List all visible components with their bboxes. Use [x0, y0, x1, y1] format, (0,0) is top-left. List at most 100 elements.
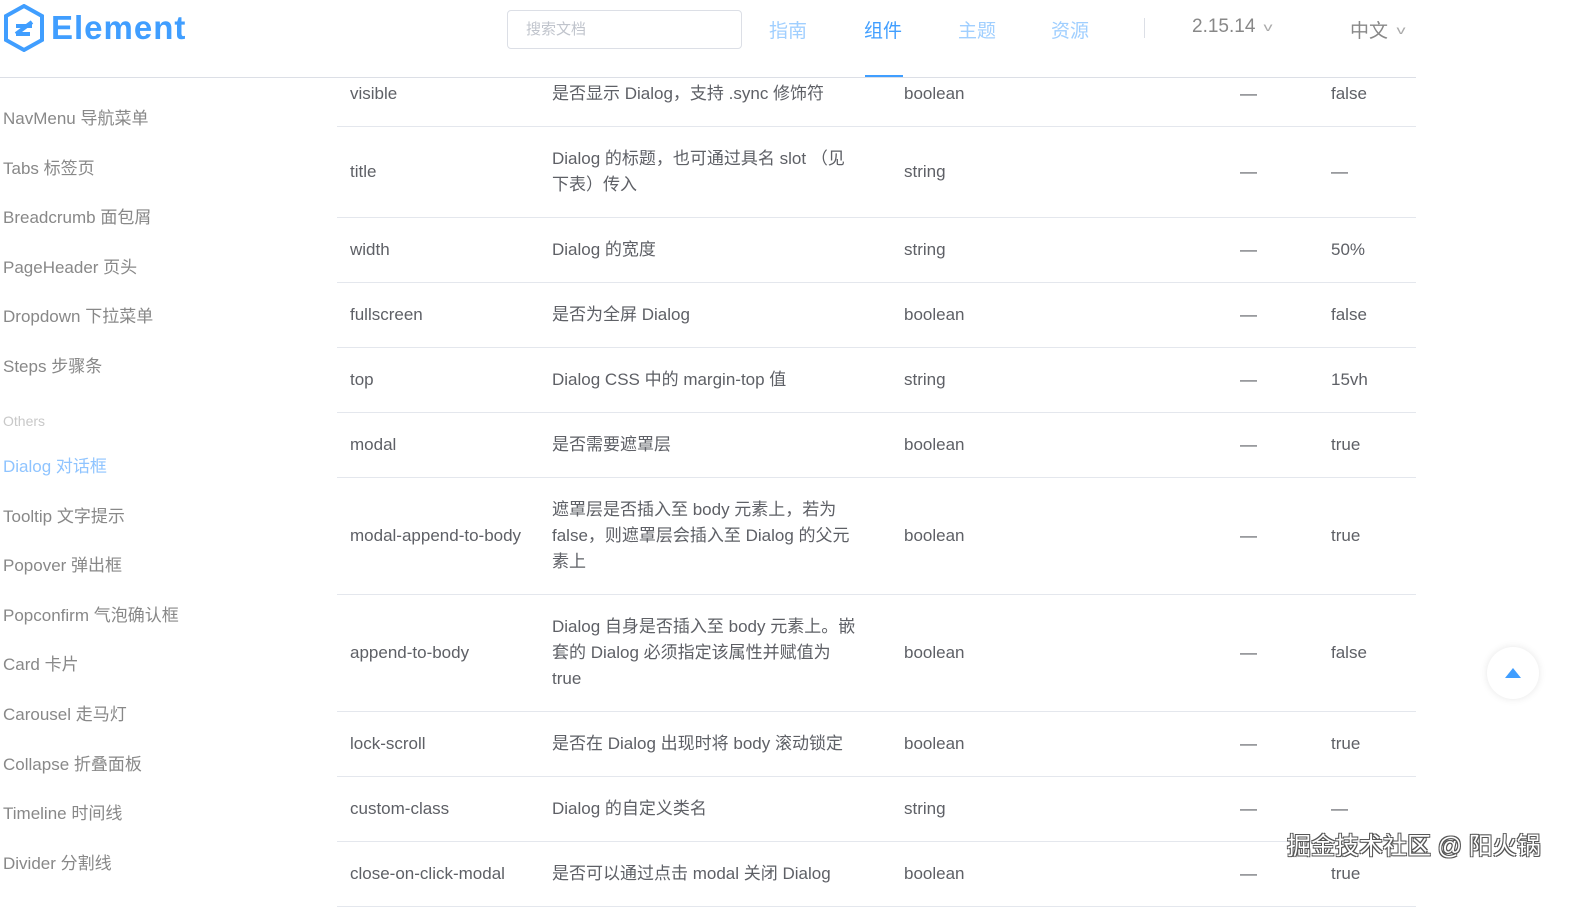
default-value-cell: false: [1331, 643, 1367, 662]
options-cell: —: [1240, 864, 1257, 883]
language-dropdown[interactable]: 中文 v: [1350, 16, 1406, 43]
options-cell: —: [1240, 643, 1257, 662]
param-name-cell: modal-append-to-body: [350, 526, 522, 545]
sidebar-item[interactable]: Collapse 折叠面板: [3, 750, 142, 775]
options-cell: —: [1240, 526, 1257, 545]
chevron-down-icon: v: [1263, 20, 1273, 34]
sidebar-item[interactable]: Popover 弹出框: [3, 551, 122, 576]
default-value-cell: true: [1331, 864, 1361, 883]
type-cell: string: [904, 162, 946, 181]
sidebar-item[interactable]: Dropdown 下拉菜单: [3, 302, 153, 327]
sidebar-item[interactable]: Dialog 对话框: [3, 452, 107, 477]
sidebar-item[interactable]: Tooltip 文字提示: [3, 502, 125, 527]
description-cell: Dialog 自身是否插入至 body 元素上。嵌 套的 Dialog 必须指定…: [552, 617, 856, 688]
type-cell: string: [904, 799, 946, 818]
nav-guide[interactable]: 指南: [769, 16, 807, 43]
type-cell: boolean: [904, 84, 965, 103]
type-cell: boolean: [904, 643, 965, 662]
param-name-cell: lock-scroll: [350, 734, 426, 753]
param-name-cell: fullscreen: [350, 305, 423, 324]
table-row: fullscreen 是否为全屏 Dialog boolean — false: [337, 283, 1416, 348]
param-name-cell: modal: [350, 435, 397, 454]
sidebar-item[interactable]: Tabs 标签页: [3, 154, 95, 179]
table-row: width Dialog 的宽度 string — 50%: [337, 218, 1416, 283]
default-value-cell: true: [1331, 734, 1361, 753]
default-value-cell: false: [1331, 305, 1367, 324]
table-row: lock-scroll 是否在 Dialog 出现时将 body 滚动锁定 bool…: [337, 712, 1416, 777]
param-name-cell: top: [350, 370, 374, 389]
type-cell: boolean: [904, 305, 965, 324]
type-cell: boolean: [904, 864, 965, 883]
logo-text: Element: [51, 9, 187, 46]
type-cell: boolean: [904, 435, 965, 454]
description-cell: 是否需要遮罩层: [552, 435, 671, 454]
table-row: custom-class Dialog 的自定义类名 string — —: [337, 777, 1416, 842]
attributes-table: visible 是否显示 Dialog，支持 .sync 修饰符 boolean — f…: [337, 62, 1416, 907]
watermark: 掘金技术社区 @ 阳火锅: [1287, 833, 1541, 860]
sidebar-item[interactable]: NavMenu 导航菜单: [3, 104, 148, 129]
sidebar-item[interactable]: Steps 步骤条: [3, 352, 102, 377]
table-row: modal-append-to-body 遮罩层是否插入至 body 元素上，若为…: [337, 478, 1416, 595]
type-cell: boolean: [904, 526, 965, 545]
caret-up-icon: [1505, 668, 1521, 678]
default-value-cell: true: [1331, 526, 1361, 545]
back-to-top-button[interactable]: [1487, 647, 1539, 699]
default-value-cell: —: [1331, 799, 1348, 818]
type-cell: boolean: [904, 734, 965, 753]
version-label: 2.15.14: [1192, 16, 1256, 37]
type-cell: string: [904, 370, 946, 389]
table-row: close-on-click-modal 是否可以通过点击 modal 关闭 Di…: [337, 842, 1416, 907]
options-cell: —: [1240, 370, 1257, 389]
element-logo-icon: [4, 4, 44, 52]
param-name-cell: visible: [350, 84, 398, 103]
nav-resources[interactable]: 资源: [1051, 16, 1089, 43]
param-name-cell: close-on-click-modal: [350, 864, 505, 883]
table-row: modal 是否需要遮罩层 boolean — true: [337, 413, 1416, 478]
nav-theme[interactable]: 主题: [958, 16, 996, 43]
sidebar-item[interactable]: PageHeader 页头: [3, 253, 137, 278]
default-value-cell: —: [1331, 162, 1348, 181]
options-cell: —: [1240, 734, 1257, 753]
description-cell: Dialog 的宽度: [552, 240, 656, 259]
options-cell: —: [1240, 84, 1257, 103]
sidebar-item[interactable]: Breadcrumb 面包屑: [3, 203, 151, 228]
search-input[interactable]: [507, 10, 742, 49]
options-cell: —: [1240, 240, 1257, 259]
divider: [1144, 18, 1145, 38]
description-cell: Dialog 的自定义类名: [552, 799, 707, 818]
sidebar-item[interactable]: Popconfirm 气泡确认框: [3, 601, 179, 626]
top-header: Element 指南 组件 主题 资源 2.15.14 v 中文 v: [0, 0, 1581, 78]
default-value-cell: 50%: [1331, 240, 1366, 259]
sidebar-item[interactable]: Carousel 走马灯: [3, 700, 127, 725]
description-cell: 是否可以通过点击 modal 关闭 Dialog: [552, 864, 831, 883]
description-cell: 是否显示 Dialog，支持 .sync 修饰符: [552, 84, 825, 103]
sidebar-group-label: Others: [3, 413, 46, 429]
sidebar-item[interactable]: Divider 分割线: [3, 849, 112, 874]
description-cell: 是否在 Dialog 出现时将 body 滚动锁定: [552, 734, 843, 753]
param-name-cell: custom-class: [350, 799, 450, 818]
table-row: title Dialog 的标题，也可通过具名 slot （见 下表）传入 stri…: [337, 127, 1416, 218]
options-cell: —: [1240, 799, 1257, 818]
param-name-cell: width: [350, 240, 390, 259]
header-divider: [0, 77, 1416, 78]
type-cell: string: [904, 240, 946, 259]
description-cell: Dialog CSS 中的 margin-top 值: [552, 370, 787, 389]
sidebar-item[interactable]: Card 卡片: [3, 650, 79, 675]
description-cell: 是否为全屏 Dialog: [552, 305, 690, 324]
default-value-cell: true: [1331, 435, 1361, 454]
options-cell: —: [1240, 162, 1257, 181]
param-name-cell: title: [350, 162, 377, 181]
nav-components[interactable]: 组件: [864, 16, 902, 43]
param-name-cell: append-to-body: [350, 643, 470, 662]
table-row: append-to-body Dialog 自身是否插入至 body 元素上。嵌 …: [337, 595, 1416, 712]
version-dropdown[interactable]: 2.15.14 v: [1192, 16, 1273, 38]
logo[interactable]: Element: [3, 4, 186, 52]
description-cell: Dialog 的标题，也可通过具名 slot （见 下表）传入: [552, 149, 845, 194]
language-label: 中文: [1350, 21, 1389, 42]
default-value-cell: 15vh: [1331, 370, 1368, 389]
default-value-cell: false: [1331, 84, 1367, 103]
sidebar-item[interactable]: Timeline 时间线: [3, 799, 122, 824]
chevron-down-icon: v: [1396, 22, 1406, 37]
options-cell: —: [1240, 305, 1257, 324]
options-cell: —: [1240, 435, 1257, 454]
